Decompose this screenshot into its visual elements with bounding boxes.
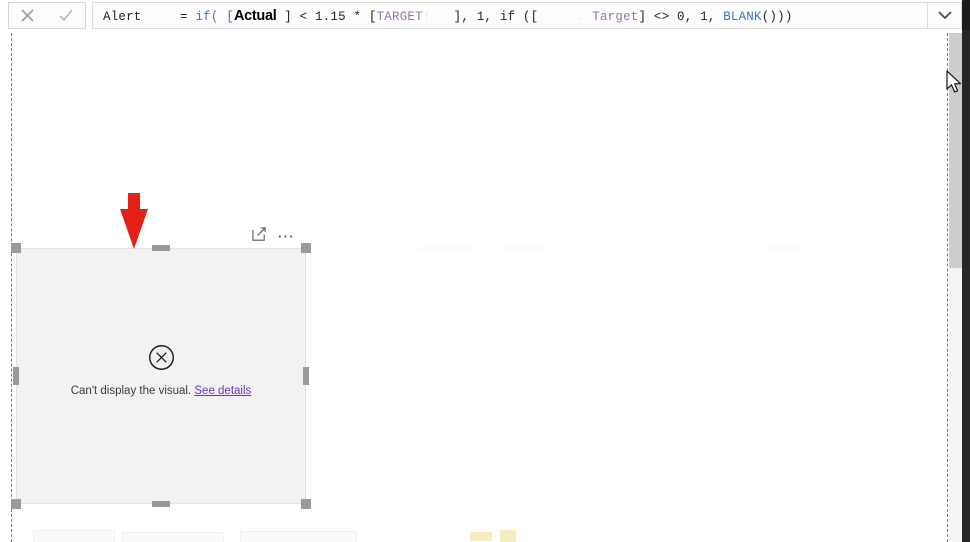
resize-handle-top[interactable] bbox=[152, 245, 170, 251]
visual-error-body[interactable]: Can't display the visual. See details bbox=[16, 248, 306, 504]
formula-input[interactable]: Alert = if( [Actual ] < 1.15 * [TARGET! … bbox=[92, 2, 928, 29]
resize-handle-bottom-right[interactable] bbox=[301, 499, 311, 509]
resize-handle-bottom[interactable] bbox=[152, 501, 170, 507]
formula-token-if-open: if( [ bbox=[195, 9, 234, 24]
arrow-down-icon bbox=[118, 193, 150, 256]
canvas-guide-right bbox=[947, 33, 948, 542]
error-circle-x-icon bbox=[148, 344, 175, 376]
canvas-artifact bbox=[420, 246, 470, 251]
formula-bar-expand-button[interactable] bbox=[928, 2, 962, 29]
window-edge bbox=[962, 30, 970, 542]
checkmark-icon[interactable] bbox=[58, 8, 74, 23]
see-details-link[interactable]: See details bbox=[194, 385, 252, 397]
formula-token-target-col-2: Target bbox=[592, 9, 639, 24]
formula-bar-actions bbox=[8, 2, 86, 29]
focus-mode-icon[interactable] bbox=[252, 227, 267, 247]
canvas-artifact bbox=[503, 246, 543, 252]
visual-error-content: Can't display the visual. See details bbox=[17, 344, 305, 397]
measure-name: Alert bbox=[103, 9, 142, 24]
resize-handle-right[interactable] bbox=[303, 367, 309, 385]
formula-text: Alert = if( [Actual ] < 1.15 * [TARGET! … bbox=[103, 7, 793, 24]
visual-error-message: Can't display the visual. bbox=[70, 385, 192, 397]
window-edge-top bbox=[962, 0, 970, 30]
resize-handle-top-left[interactable] bbox=[11, 243, 21, 253]
visual-error-message-row: Can't display the visual. See details bbox=[17, 385, 305, 397]
formula-token-tail: ] <> 0, 1, bbox=[638, 9, 724, 24]
formula-token-compare: ] < 1.15 * [ bbox=[284, 9, 377, 24]
bottom-artifact-strip bbox=[0, 520, 948, 542]
formula-token-mid: ], 1, if ([ bbox=[453, 9, 539, 24]
resize-handle-bottom-left[interactable] bbox=[11, 499, 21, 509]
vertical-scrollbar-thumb[interactable] bbox=[949, 33, 962, 268]
formula-token-blank: BLANK bbox=[723, 9, 762, 24]
formula-equals: = bbox=[180, 9, 188, 24]
visual-container[interactable]: Can't display the visual. See details bbox=[11, 243, 311, 509]
formula-bar: Alert = if( [Actual ] < 1.15 * [TARGET! … bbox=[0, 0, 970, 33]
mouse-cursor bbox=[946, 70, 963, 100]
more-options-icon[interactable]: ⋯ bbox=[277, 228, 296, 245]
visual-header-icons: ⋯ bbox=[252, 227, 308, 247]
canvas-guide-left bbox=[11, 33, 12, 542]
close-icon[interactable] bbox=[20, 8, 35, 23]
chevron-down-icon bbox=[937, 7, 953, 25]
resize-handle-left[interactable] bbox=[13, 367, 19, 385]
canvas-artifact bbox=[770, 246, 800, 251]
formula-token-target-col: TARGET bbox=[376, 9, 423, 24]
formula-token-close: ())) bbox=[761, 9, 793, 24]
formula-suggestion-actual: Actual bbox=[233, 7, 277, 24]
